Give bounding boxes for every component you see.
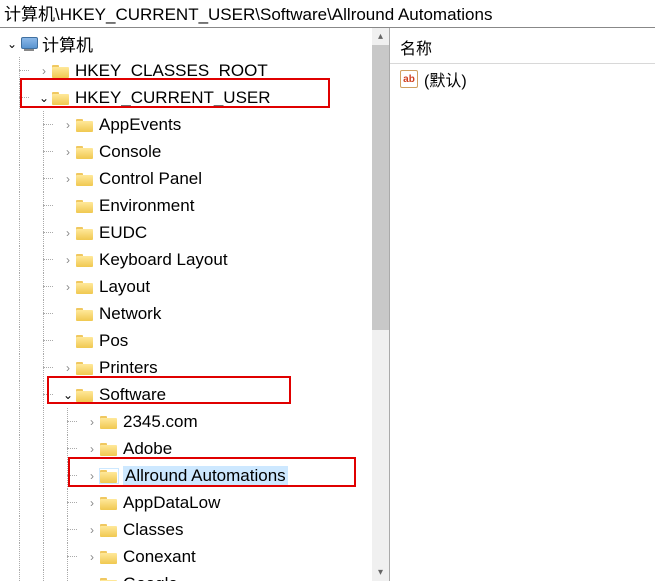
- folder-icon: [76, 226, 94, 240]
- node-label: Keyboard Layout: [99, 250, 228, 270]
- tree-item[interactable]: ⌄ Software: [2, 381, 389, 408]
- scroll-track[interactable]: [372, 45, 389, 564]
- node-label: Pos: [99, 331, 128, 351]
- node-label: Network: [99, 304, 161, 324]
- tree-item[interactable]: › 2345.com: [2, 408, 389, 435]
- folder-icon: [76, 334, 94, 348]
- folder-icon: [52, 64, 70, 78]
- node-label: Control Panel: [99, 169, 202, 189]
- folder-icon: [76, 388, 94, 402]
- chevron-down-icon[interactable]: ⌄: [36, 91, 52, 105]
- chevron-right-icon[interactable]: ›: [36, 64, 52, 78]
- chevron-right-icon[interactable]: ›: [84, 523, 100, 537]
- tree-item[interactable]: › AppEvents: [2, 111, 389, 138]
- tree-item[interactable]: › Printers: [2, 354, 389, 381]
- tree-item[interactable]: › Google: [2, 570, 389, 581]
- expander-icon[interactable]: ⌄: [4, 37, 20, 51]
- node-label: HKEY_CLASSES_ROOT: [75, 61, 268, 81]
- chevron-right-icon[interactable]: ›: [60, 226, 76, 240]
- computer-icon: [20, 37, 38, 51]
- folder-icon: [100, 469, 118, 483]
- node-label: EUDC: [99, 223, 147, 243]
- chevron-right-icon[interactable]: ›: [84, 577, 100, 581]
- tree-item[interactable]: Network: [2, 300, 389, 327]
- folder-icon: [76, 118, 94, 132]
- tree-item[interactable]: › Keyboard Layout: [2, 246, 389, 273]
- tree-panel: ⌄ 计算机 › HKEY_CLASSES_ROOT ⌄ HKEY_CURRENT_USER…: [0, 28, 390, 581]
- node-label: Classes: [123, 520, 183, 540]
- values-panel: 名称 (默认): [390, 28, 655, 581]
- chevron-right-icon[interactable]: ›: [84, 496, 100, 510]
- node-label: HKEY_CURRENT_USER: [75, 88, 271, 108]
- chevron-right-icon[interactable]: ›: [84, 415, 100, 429]
- node-label: Software: [99, 385, 166, 405]
- value-row[interactable]: (默认): [390, 64, 655, 94]
- node-label: Adobe: [123, 439, 172, 459]
- scroll-down-button[interactable]: ▾: [372, 564, 389, 581]
- folder-icon: [76, 172, 94, 186]
- chevron-right-icon[interactable]: ›: [60, 253, 76, 267]
- node-label: 2345.com: [123, 412, 198, 432]
- tree-item[interactable]: Environment: [2, 192, 389, 219]
- node-label: Layout: [99, 277, 150, 297]
- chevron-down-icon[interactable]: ⌄: [60, 388, 76, 402]
- values-column-header-name[interactable]: 名称: [390, 32, 655, 64]
- node-label: Google: [123, 574, 178, 581]
- tree-item[interactable]: › AppDataLow: [2, 489, 389, 516]
- folder-icon: [76, 361, 94, 375]
- scroll-thumb[interactable]: [372, 45, 389, 330]
- tree-scrollbar[interactable]: ▴ ▾: [372, 28, 389, 581]
- main-split: ⌄ 计算机 › HKEY_CLASSES_ROOT ⌄ HKEY_CURRENT_USER…: [0, 28, 655, 581]
- value-name: (默认): [424, 67, 467, 91]
- folder-icon: [100, 550, 118, 564]
- node-label: Environment: [99, 196, 194, 216]
- chevron-right-icon[interactable]: ›: [84, 469, 100, 483]
- node-label: Printers: [99, 358, 158, 378]
- tree-item[interactable]: Pos: [2, 327, 389, 354]
- folder-icon: [76, 280, 94, 294]
- tree-item[interactable]: › Layout: [2, 273, 389, 300]
- tree-item[interactable]: › Control Panel: [2, 165, 389, 192]
- node-label: AppDataLow: [123, 493, 220, 513]
- string-value-icon: [400, 70, 418, 88]
- folder-icon: [100, 496, 118, 510]
- node-label: AppEvents: [99, 115, 181, 135]
- tree-item[interactable]: › Classes: [2, 516, 389, 543]
- folder-icon: [100, 523, 118, 537]
- tree-item[interactable]: › Conexant: [2, 543, 389, 570]
- tree-item[interactable]: ⌄ HKEY_CURRENT_USER: [2, 84, 389, 111]
- chevron-right-icon[interactable]: ›: [84, 442, 100, 456]
- tree-item[interactable]: › HKEY_CLASSES_ROOT: [2, 57, 389, 84]
- folder-icon: [100, 577, 118, 581]
- node-label: Allround Automations: [123, 466, 288, 486]
- chevron-right-icon[interactable]: ›: [60, 145, 76, 159]
- node-label: Console: [99, 142, 161, 162]
- folder-icon: [100, 442, 118, 456]
- folder-icon: [76, 145, 94, 159]
- folder-icon: [76, 253, 94, 267]
- tree-item[interactable]: › Allround Automations: [2, 462, 389, 489]
- scroll-up-button[interactable]: ▴: [372, 28, 389, 45]
- tree-root-computer[interactable]: ⌄ 计算机: [2, 30, 389, 57]
- chevron-right-icon[interactable]: ›: [60, 361, 76, 375]
- tree-item[interactable]: › Adobe: [2, 435, 389, 462]
- chevron-right-icon[interactable]: ›: [60, 118, 76, 132]
- chevron-right-icon[interactable]: ›: [60, 172, 76, 186]
- folder-icon: [76, 307, 94, 321]
- tree-item[interactable]: › EUDC: [2, 219, 389, 246]
- registry-tree[interactable]: ⌄ 计算机 › HKEY_CLASSES_ROOT ⌄ HKEY_CURRENT_USER…: [0, 30, 389, 581]
- node-label: 计算机: [42, 31, 93, 56]
- chevron-right-icon[interactable]: ›: [84, 550, 100, 564]
- chevron-right-icon[interactable]: ›: [60, 280, 76, 294]
- node-label: Conexant: [123, 547, 196, 567]
- tree-item[interactable]: › Console: [2, 138, 389, 165]
- address-path[interactable]: 计算机\HKEY_CURRENT_USER\Software\Allround …: [0, 0, 655, 28]
- folder-icon: [76, 199, 94, 213]
- folder-icon: [100, 415, 118, 429]
- folder-icon: [52, 91, 70, 105]
